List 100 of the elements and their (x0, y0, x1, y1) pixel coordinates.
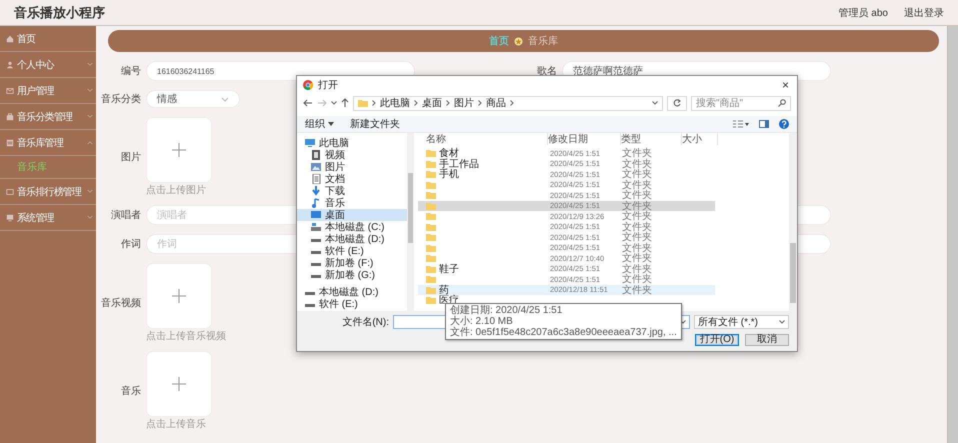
sidebar-item[interactable]: 音乐排行榜管理 (0, 179, 96, 205)
refresh-button[interactable] (667, 96, 687, 110)
path-segment[interactable]: 此电脑 (380, 96, 410, 110)
file-type: 文件夹 (622, 262, 653, 275)
file-type: 文件夹 (622, 190, 653, 202)
field-label: 歌名 (536, 65, 557, 78)
scrollbar[interactable] (407, 133, 414, 311)
file-type: 文件夹 (622, 242, 653, 254)
cancel-button[interactable]: 取消 (745, 334, 789, 346)
plus-icon (172, 377, 186, 391)
path-segment[interactable]: 商品 (486, 96, 506, 110)
download-arrow-icon (311, 186, 321, 196)
sidebar-item[interactable]: 个人中心 (0, 52, 96, 78)
nav-item[interactable]: 下载 (297, 185, 407, 197)
view-list-icon[interactable] (733, 120, 749, 128)
close-button[interactable]: × (780, 78, 791, 90)
search-icon (778, 99, 786, 107)
preview-pane-icon[interactable] (759, 120, 769, 128)
field-label: 演唱者 (110, 208, 141, 222)
column-header[interactable]: 修改日期 (548, 133, 621, 145)
logout-link[interactable]: 退出登录 (904, 6, 944, 20)
nav-item[interactable]: 新加卷 (G:) (297, 269, 407, 281)
nav-item[interactable]: 音乐 (297, 197, 407, 209)
field-label: 作词 (120, 238, 141, 251)
file-type: 文件夹 (622, 200, 653, 212)
file-type: 文件夹 (622, 168, 653, 180)
open-button[interactable]: 打开(O) (695, 334, 739, 346)
plus-icon (172, 143, 186, 157)
envelope-icon (6, 86, 14, 94)
person-icon (6, 60, 14, 68)
computer-icon (305, 138, 315, 148)
bag-icon (6, 112, 14, 120)
chevron-right-icon (414, 100, 418, 106)
nav-item[interactable]: 桌面 (297, 209, 407, 221)
toolbar-button[interactable]: 新建文件夹 (350, 117, 400, 131)
caret-icon (328, 122, 334, 126)
address-bar[interactable]: 此电脑 桌面 图片 商品 (353, 96, 663, 110)
path-segment[interactable]: 桌面 (422, 96, 442, 110)
field-label: 图片 (120, 150, 141, 164)
nav-item[interactable]: 此电脑 (297, 137, 407, 149)
nav-item[interactable]: 新加卷 (F:) (297, 257, 407, 269)
refresh-icon (673, 99, 681, 107)
browser-icon (303, 80, 313, 90)
nav-item[interactable]: 本地磁盘 (C:) (297, 221, 407, 233)
file-type: 文件夹 (622, 252, 653, 264)
file-type: 文件夹 (622, 284, 653, 297)
nav-item[interactable]: 本地磁盘 (D:) (297, 233, 407, 245)
file-type-select[interactable]: 所有文件 (*.*) (694, 315, 789, 329)
up-arrow-icon[interactable] (341, 98, 349, 108)
plus-icon (172, 289, 186, 303)
sidebar-item[interactable]: 用户管理 (0, 78, 96, 104)
file-type: 文件夹 (622, 158, 653, 170)
column-header[interactable]: 类型 (621, 133, 682, 145)
chevron-right-icon (372, 100, 376, 106)
search-field[interactable]: 搜索"商品" (691, 96, 791, 110)
sidebar-item[interactable]: 音乐分类管理 (0, 104, 96, 130)
file-name: 食材 (439, 146, 459, 160)
file-name: 药 (439, 284, 449, 296)
breadcrumb-current: 音乐库 (528, 34, 558, 48)
music-note-icon (311, 198, 321, 208)
nav-item[interactable]: 视频 (297, 149, 407, 161)
nav-item[interactable]: 软件 (E:) (297, 245, 407, 257)
path-segment[interactable]: 图片 (454, 96, 474, 110)
field-label: 音乐视频 (100, 296, 141, 310)
nav-item[interactable]: 图片 (297, 161, 407, 173)
scrollbar[interactable] (789, 133, 797, 311)
file-type: 文件夹 (622, 178, 653, 191)
star-icon (514, 36, 523, 46)
select-field[interactable]: 情感 (146, 90, 240, 108)
upload-hint: 点击上传音乐视频 (146, 331, 226, 342)
film-icon (311, 150, 321, 160)
home-icon (6, 34, 14, 42)
back-arrow-icon[interactable] (303, 99, 313, 107)
column-header[interactable]: 名称 (418, 133, 548, 145)
upload-hint: 点击上传图片 (146, 185, 206, 196)
field-label: 音乐 (120, 384, 141, 398)
desktop-icon (311, 210, 321, 220)
toolbar-button[interactable]: 组织 (305, 117, 334, 131)
file-name: 手机 (439, 168, 459, 182)
chevron-right-icon (510, 100, 514, 106)
tooltip-line: 创建日期: 2020/4/25 1:51 (450, 305, 562, 316)
field-label: 文件名(N): (341, 316, 389, 329)
field-label: 编号 (120, 64, 141, 78)
field-label: 音乐分类 (100, 92, 141, 106)
upload-hint: 点击上传音乐 (146, 419, 206, 430)
app-title: 音乐播放小程序 (14, 4, 106, 22)
document-icon (311, 174, 321, 184)
file-name: 鞋子 (439, 262, 459, 276)
sidebar-item[interactable]: 首页 (0, 26, 96, 52)
page-scrollbar[interactable] (947, 26, 958, 443)
nav-item[interactable]: 软件 (E:) (297, 298, 407, 310)
user-name: 管理员 abo (838, 6, 888, 20)
file-type: 文件夹 (622, 232, 653, 244)
tooltip-line: 文件: 0e5f1f5e48c207a6c3a8e90eeeaea737.jpg, ... (450, 327, 677, 338)
nav-item[interactable]: 本地磁盘 (D:) (297, 286, 407, 298)
help-icon[interactable] (779, 119, 789, 129)
sidebar-item[interactable]: 系统管理 (0, 205, 96, 231)
nav-item[interactable]: 文档 (297, 173, 407, 185)
sidebar-item[interactable]: 音乐库管理 (0, 130, 96, 156)
column-header[interactable]: 大小 (682, 133, 718, 145)
